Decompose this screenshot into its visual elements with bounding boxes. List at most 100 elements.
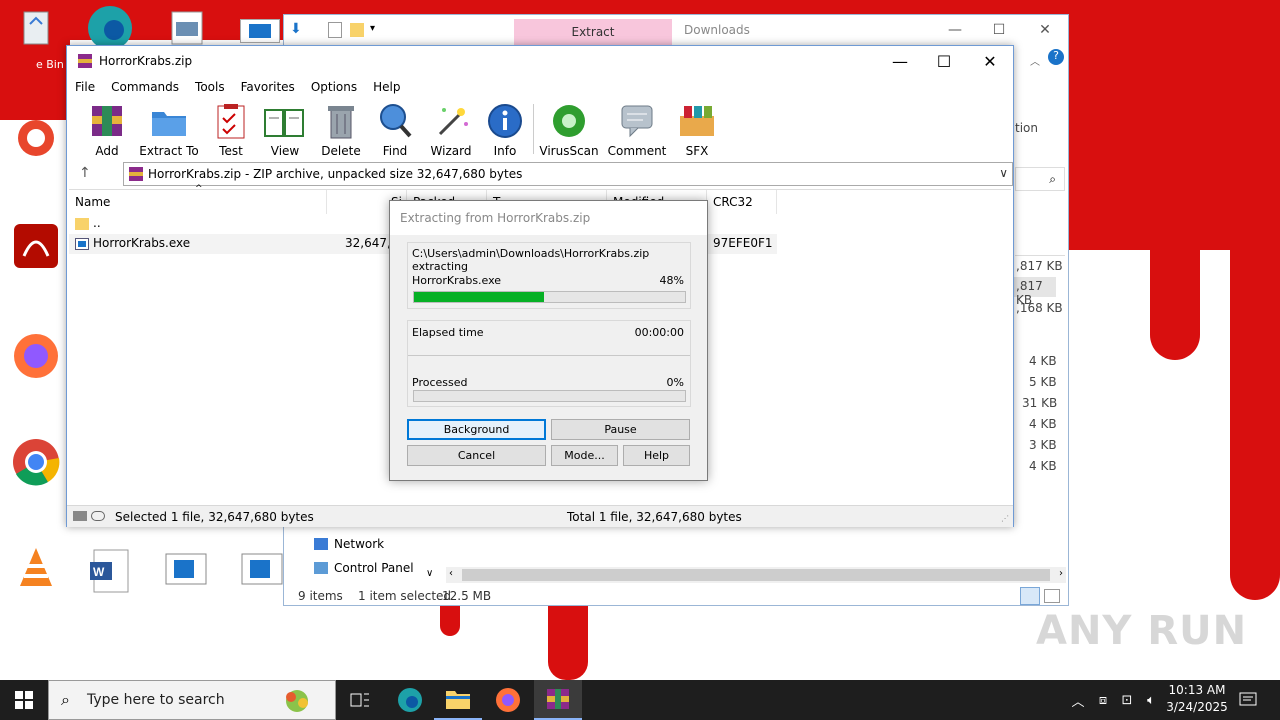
winrar-maximize-button[interactable]: ☐ bbox=[921, 46, 967, 76]
up-arrow-icon[interactable]: ↑ bbox=[79, 165, 91, 181]
virusscan-button[interactable]: VirusScan bbox=[537, 100, 601, 158]
device-icon[interactable]: ⧈ bbox=[1092, 680, 1114, 720]
control-panel-icon bbox=[314, 562, 328, 574]
nav-network[interactable]: Network bbox=[314, 537, 384, 551]
download-arrow-icon[interactable]: ⬇ bbox=[290, 21, 302, 37]
wallpaper-blood bbox=[1150, 240, 1200, 360]
archive-path-field[interactable]: HorrorKrabs.zip - ZIP archive, unpacked … bbox=[123, 162, 1013, 186]
recycle-bin-icon[interactable] bbox=[14, 6, 62, 54]
clock[interactable]: 10:13 AM 3/24/2025 bbox=[1162, 682, 1232, 716]
menu-help[interactable]: Help bbox=[365, 80, 408, 94]
nav-control-panel[interactable]: Control Panel bbox=[314, 561, 414, 575]
scroll-right-icon[interactable]: › bbox=[1059, 568, 1063, 579]
tab-downloads[interactable]: Downloads bbox=[684, 23, 750, 37]
scroll-left-icon[interactable]: ‹ bbox=[449, 568, 453, 579]
parent-folder-icon bbox=[75, 218, 89, 230]
file-crc: 97EFE0F1 bbox=[713, 236, 773, 250]
test-button[interactable]: Test bbox=[201, 100, 261, 158]
extract-to-button[interactable]: Extract To bbox=[137, 100, 201, 158]
task-view-button[interactable] bbox=[336, 680, 384, 720]
resize-grip-icon[interactable]: ⋰ bbox=[1001, 514, 1009, 523]
task-view-icon bbox=[350, 693, 369, 707]
file-size: 31 KB bbox=[1022, 396, 1058, 410]
explorer-close-button[interactable]: ✕ bbox=[1022, 19, 1068, 41]
help-icon[interactable]: ? bbox=[1048, 49, 1064, 65]
window-file-icon[interactable] bbox=[164, 548, 212, 596]
mode-button[interactable]: Mode... bbox=[551, 445, 618, 466]
network-tray-icon[interactable]: ⊡ bbox=[1116, 680, 1138, 720]
search-placeholder: Type here to search bbox=[87, 692, 225, 708]
file-name: .. bbox=[93, 216, 101, 230]
background-button[interactable]: Background bbox=[407, 419, 546, 440]
firefox-icon[interactable] bbox=[12, 332, 60, 380]
taskbar-edge[interactable] bbox=[386, 680, 434, 720]
find-button[interactable]: Find bbox=[365, 100, 425, 158]
properties-icon[interactable] bbox=[328, 22, 342, 38]
notifications-icon[interactable] bbox=[1236, 680, 1260, 720]
menu-commands[interactable]: Commands bbox=[103, 80, 187, 94]
test-clipboard-icon bbox=[217, 104, 245, 139]
current-file: HorrorKrabs.exe bbox=[412, 274, 502, 287]
explorer-minimize-button[interactable]: — bbox=[932, 19, 978, 41]
extract-progress-dialog[interactable]: Extracting from HorrorKrabs.zip C:\Users… bbox=[389, 200, 708, 481]
word-document-icon[interactable]: W bbox=[88, 548, 136, 596]
toolbar: Add Extract To Test View Delete Find Wiz… bbox=[75, 100, 1005, 158]
add-button[interactable]: Add bbox=[77, 100, 137, 158]
delete-label: Delete bbox=[321, 144, 361, 158]
menu-options[interactable]: Options bbox=[303, 80, 365, 94]
tab-extract[interactable]: Extract bbox=[514, 19, 672, 45]
menu-favorites[interactable]: Favorites bbox=[233, 80, 303, 94]
archive-path: C:\Users\admin\Downloads\HorrorKrabs.zip bbox=[412, 247, 650, 260]
menu-file[interactable]: File bbox=[67, 80, 103, 94]
details-view-icon[interactable] bbox=[1020, 587, 1040, 605]
cancel-button[interactable]: Cancel bbox=[407, 445, 546, 466]
action-text: extracting bbox=[412, 260, 469, 273]
menu-tools[interactable]: Tools bbox=[187, 80, 233, 94]
status-size: 12.5 MB bbox=[442, 589, 492, 603]
start-button[interactable] bbox=[0, 680, 48, 720]
folder-icon bbox=[446, 691, 470, 709]
taskbar: ⌕ Type here to search ︿ ⧈ ⊡ 🔈︎ 10:13 AM … bbox=[0, 680, 1280, 720]
file-size: 4 KB bbox=[1029, 459, 1057, 473]
elapsed-label: Elapsed time bbox=[412, 326, 484, 339]
view-button[interactable]: View bbox=[255, 100, 315, 158]
file-progress-panel: C:\Users\admin\Downloads\HorrorKrabs.zip… bbox=[407, 242, 691, 309]
taskbar-firefox[interactable] bbox=[484, 680, 532, 720]
search-highlight-icon bbox=[269, 685, 325, 715]
taskbar-file-explorer[interactable] bbox=[434, 680, 482, 720]
winrar-minimize-button[interactable]: — bbox=[877, 46, 923, 76]
window-file-icon[interactable] bbox=[240, 548, 288, 596]
quick-access-dropdown-icon[interactable]: ▾ bbox=[370, 23, 375, 34]
vlc-icon[interactable] bbox=[14, 546, 62, 594]
volume-icon[interactable]: 🔈︎ bbox=[1140, 680, 1162, 720]
acrobat-icon[interactable] bbox=[14, 224, 62, 272]
ccleaner-icon[interactable] bbox=[14, 116, 62, 164]
info-button[interactable]: Info bbox=[475, 100, 535, 158]
archive-icon bbox=[129, 167, 143, 181]
column-crc32[interactable]: CRC32 bbox=[707, 190, 777, 214]
delete-button[interactable]: Delete bbox=[311, 100, 371, 158]
chrome-icon[interactable] bbox=[12, 438, 60, 486]
sfx-button[interactable]: SFX bbox=[667, 100, 727, 158]
pause-button[interactable]: Pause bbox=[551, 419, 690, 440]
taskbar-winrar[interactable] bbox=[534, 680, 582, 720]
winrar-title: HorrorKrabs.zip bbox=[99, 54, 193, 68]
add-label: Add bbox=[95, 144, 119, 158]
show-hidden-icons-button[interactable]: ︿ bbox=[1068, 680, 1088, 720]
taskbar-search-box[interactable]: ⌕ Type here to search bbox=[48, 680, 336, 720]
address-dropdown-icon[interactable]: ∨ bbox=[999, 166, 1008, 180]
comment-button[interactable]: Comment bbox=[605, 100, 669, 158]
large-icons-view-icon[interactable] bbox=[1044, 589, 1060, 603]
comment-label: Comment bbox=[607, 144, 667, 158]
clock-time: 10:13 AM bbox=[1168, 683, 1226, 697]
new-folder-icon[interactable] bbox=[350, 23, 364, 37]
search-box[interactable]: ⌕ bbox=[1015, 167, 1065, 191]
nav-scroll-down-icon[interactable]: ∨ bbox=[426, 568, 433, 579]
wizard-button[interactable]: Wizard bbox=[421, 100, 481, 158]
horizontal-scrollbar[interactable]: ‹ › bbox=[446, 567, 1066, 583]
help-button[interactable]: Help bbox=[623, 445, 690, 466]
scrollbar-thumb[interactable] bbox=[462, 569, 1050, 581]
ribbon-collapse-icon[interactable]: ︿ bbox=[1030, 53, 1040, 68]
winrar-close-button[interactable]: ✕ bbox=[967, 46, 1013, 76]
explorer-maximize-button[interactable]: ☐ bbox=[976, 19, 1022, 41]
